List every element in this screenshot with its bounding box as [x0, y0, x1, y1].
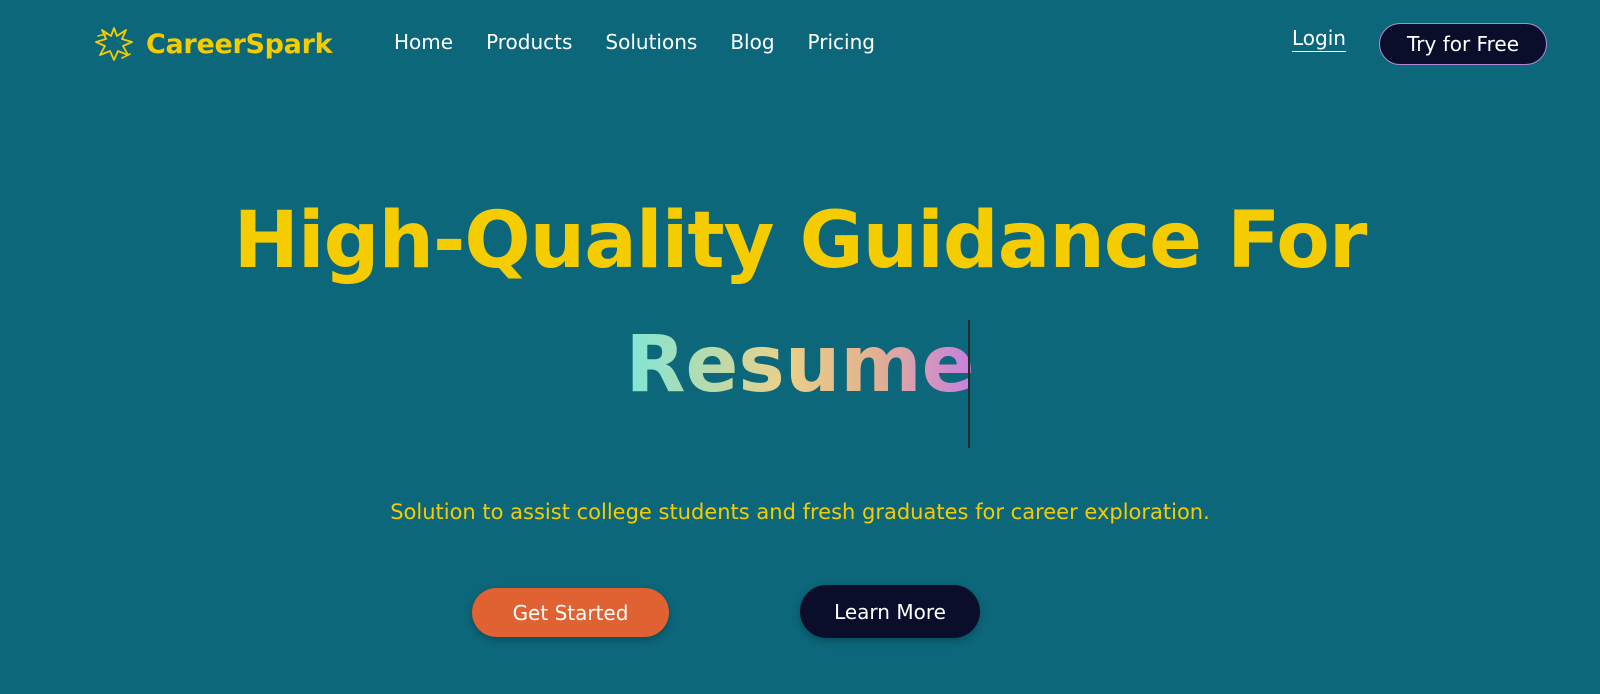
spark-logo-icon: [95, 27, 133, 61]
hero-rotating-word: Resume: [625, 320, 975, 410]
landing-page: CareerSpark Home Products Solutions Blog…: [0, 0, 1600, 694]
nav-solutions[interactable]: Solutions: [605, 30, 697, 54]
try-for-free-button[interactable]: Try for Free: [1379, 23, 1547, 65]
typing-cursor: [968, 320, 970, 448]
nav-products[interactable]: Products: [486, 30, 572, 54]
hero-subtitle: Solution to assist college students and …: [390, 500, 1210, 524]
hero-rotating-word-container: Resume: [0, 320, 1600, 410]
nav-pricing[interactable]: Pricing: [808, 30, 875, 54]
brand-logo[interactable]: CareerSpark: [92, 22, 333, 66]
learn-more-button[interactable]: Learn More: [800, 585, 980, 638]
hero-title: High-Quality Guidance For: [233, 196, 1368, 286]
get-started-button[interactable]: Get Started: [472, 588, 669, 637]
nav-blog[interactable]: Blog: [730, 30, 774, 54]
nav-home[interactable]: Home: [394, 30, 453, 54]
brand-name: CareerSpark: [146, 28, 333, 60]
main-nav: Home Products Solutions Blog Pricing: [394, 30, 875, 54]
login-link[interactable]: Login: [1292, 26, 1346, 52]
